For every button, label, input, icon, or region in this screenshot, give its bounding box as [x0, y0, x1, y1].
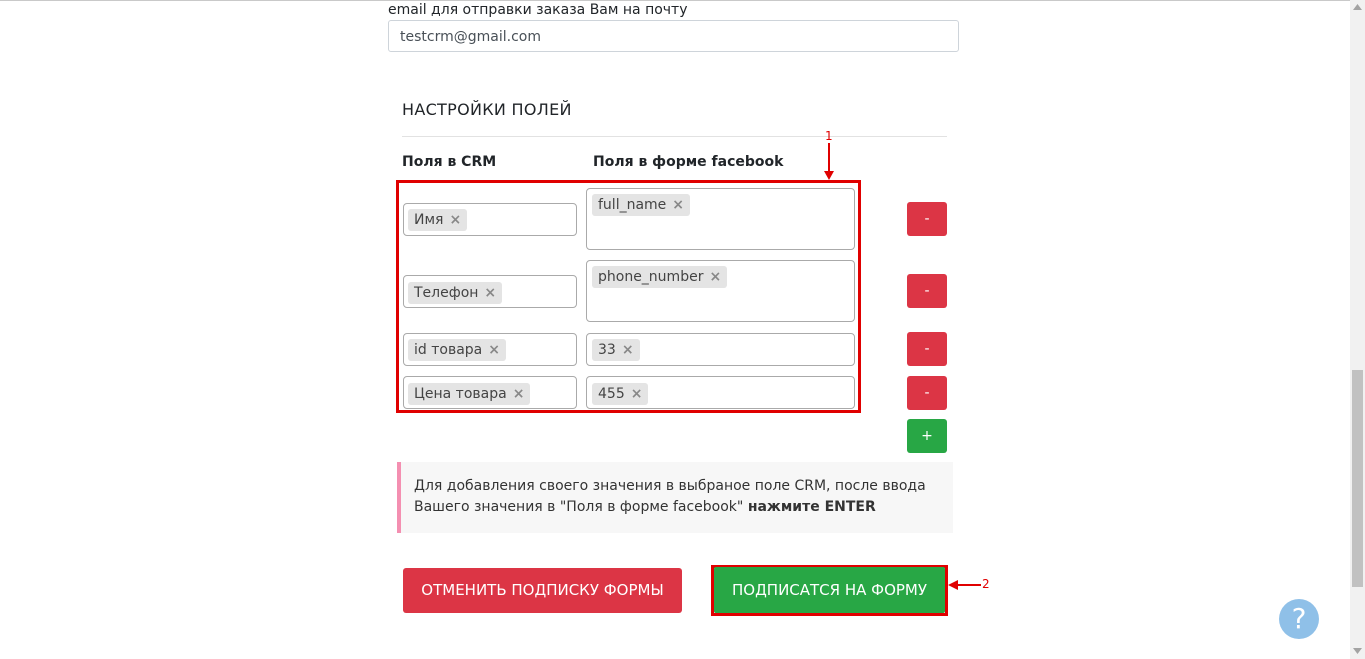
cancel-subscription-button[interactable]: ОТМЕНИТЬ ПОДПИСКУ ФОРМЫ — [403, 568, 682, 613]
email-label: email для отправки заказа Вам на почту — [388, 2, 688, 18]
scroll-down-icon[interactable] — [1352, 646, 1363, 656]
annotation-arrow-left-icon — [948, 580, 981, 590]
section-title: НАСТРОЙКИ ПОЛЕЙ — [402, 100, 572, 119]
remove-row-button[interactable]: - — [907, 202, 947, 236]
email-field[interactable]: testcrm@gmail.com — [388, 20, 959, 52]
section-divider — [402, 136, 947, 137]
scroll-up-icon[interactable] — [1352, 2, 1363, 12]
annotation-marker-1: 1 — [825, 129, 833, 143]
facebook-column-header: Поля в форме facebook — [593, 154, 784, 170]
add-row-button[interactable]: + — [907, 419, 947, 453]
top-border — [0, 0, 1350, 1]
remove-row-button[interactable]: - — [907, 332, 947, 366]
info-note: Для добавления своего значения в выбрано… — [397, 462, 953, 533]
help-icon[interactable]: ? — [1279, 599, 1319, 639]
annotation-frame-fields — [396, 180, 861, 413]
scrollbar-thumb[interactable] — [1352, 370, 1363, 587]
crm-column-header: Поля в CRM — [402, 154, 497, 170]
subscribe-button[interactable]: ПОДПИСАТСЯ НА ФОРМУ — [714, 567, 945, 613]
remove-row-button[interactable]: - — [907, 274, 947, 308]
remove-row-button[interactable]: - — [907, 376, 947, 410]
note-bold: нажмите ENTER — [747, 499, 876, 515]
annotation-marker-2: 2 — [982, 577, 990, 591]
annotation-arrow-down-icon — [824, 143, 834, 180]
